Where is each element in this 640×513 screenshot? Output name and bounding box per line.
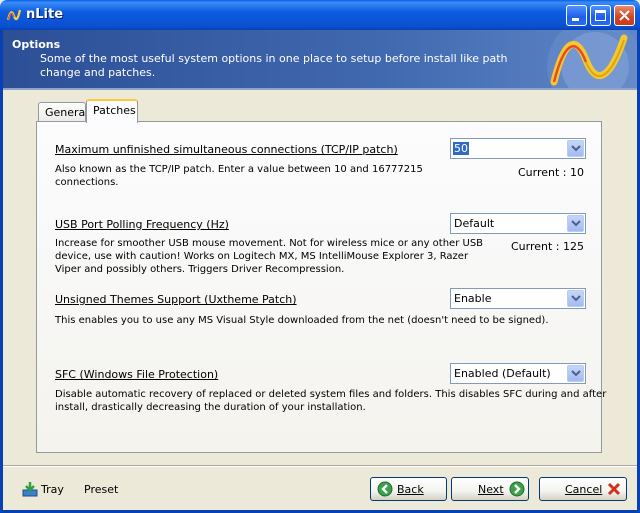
- usb-polling-description-line-1: Increase for smoother USB mouse movement…: [55, 238, 484, 249]
- chevron-down-icon: [571, 145, 581, 152]
- nlite-logo-icon: [547, 30, 637, 88]
- title-bar[interactable]: nLite: [0, 0, 640, 30]
- next-arrow-icon: [509, 481, 525, 497]
- tray-label: Tray: [41, 483, 64, 496]
- header-banner: Options Some of the most useful system o…: [3, 30, 637, 88]
- tcpip-option-title: Maximum unfinished simultaneous connecti…: [55, 143, 398, 156]
- usb-polling-option-title: USB Port Polling Frequency (Hz): [55, 218, 229, 231]
- uxtheme-combobox[interactable]: Enable: [450, 288, 586, 309]
- tab-general[interactable]: General: [38, 102, 89, 122]
- uxtheme-dropdown-button[interactable]: [567, 290, 584, 307]
- usb-polling-description-line-2: device, use with caution! Works on Logit…: [55, 251, 469, 262]
- uxtheme-option-description: This enables you to use any MS Visual St…: [55, 315, 549, 326]
- chevron-down-icon: [571, 295, 581, 302]
- tab-patches[interactable]: Patches: [86, 99, 138, 123]
- tab-patches-label: Patches: [93, 104, 136, 117]
- usb-polling-current-value: Current : 125: [510, 240, 584, 253]
- sfc-combobox[interactable]: Enabled (Default): [450, 363, 586, 384]
- chevron-down-icon: [571, 370, 581, 377]
- tcpip-option-description-line-1: Also known as the TCP/IP patch. Enter a …: [55, 164, 423, 175]
- usb-polling-dropdown-button[interactable]: [567, 215, 584, 232]
- back-arrow-icon: [377, 481, 393, 497]
- header-divider: [3, 88, 637, 90]
- cancel-x-icon: [607, 482, 621, 496]
- usb-polling-combobox[interactable]: Default: [450, 213, 586, 234]
- sfc-dropdown-button[interactable]: [567, 365, 584, 382]
- uxtheme-option-title: Unsigned Themes Support (Uxtheme Patch): [55, 293, 297, 306]
- maximize-icon: [595, 10, 606, 21]
- usb-polling-value: Default: [454, 217, 495, 230]
- uxtheme-value: Enable: [454, 292, 492, 305]
- next-label: Next: [478, 483, 504, 496]
- sfc-description-line-1: Disable automatic recovery of replaced o…: [55, 389, 607, 400]
- window-frame-left: [0, 30, 3, 513]
- chevron-down-icon: [571, 220, 581, 227]
- tcpip-option-description-line-2: connections.: [55, 177, 119, 188]
- window-title: nLite: [26, 7, 64, 22]
- back-label: Back: [397, 483, 424, 496]
- sfc-description-line-2: install, drastically decreasing the dura…: [55, 402, 366, 413]
- close-icon: [619, 10, 630, 21]
- tray-icon: [22, 482, 38, 497]
- tab-general-label: General: [45, 106, 89, 119]
- next-button[interactable]: Next: [451, 477, 529, 501]
- close-button[interactable]: [614, 5, 635, 26]
- maximize-button[interactable]: [590, 5, 611, 26]
- cancel-label: Cancel: [565, 483, 603, 496]
- tcpip-current-value: Current : 10: [517, 166, 584, 179]
- sfc-option-title: SFC (Windows File Protection): [55, 368, 219, 381]
- tcpip-connections-value[interactable]: 50: [453, 142, 469, 155]
- sfc-value: Enabled (Default): [454, 367, 551, 380]
- tcpip-connections-combobox[interactable]: 50: [450, 138, 586, 159]
- tcpip-dropdown-button[interactable]: [567, 140, 584, 157]
- preset-button[interactable]: Preset: [84, 483, 118, 496]
- cancel-button[interactable]: Cancel: [539, 477, 627, 501]
- header-title: Options: [12, 38, 61, 51]
- minimize-button[interactable]: [566, 5, 587, 26]
- footer-divider: [3, 465, 637, 467]
- usb-polling-description-line-3: Viper and possibly others. Triggers Driv…: [55, 264, 345, 275]
- nlite-logo-icon: [6, 9, 22, 21]
- back-button[interactable]: Back: [370, 477, 447, 501]
- header-description: Some of the most useful system options i…: [40, 52, 508, 79]
- minimize-icon: [572, 18, 579, 21]
